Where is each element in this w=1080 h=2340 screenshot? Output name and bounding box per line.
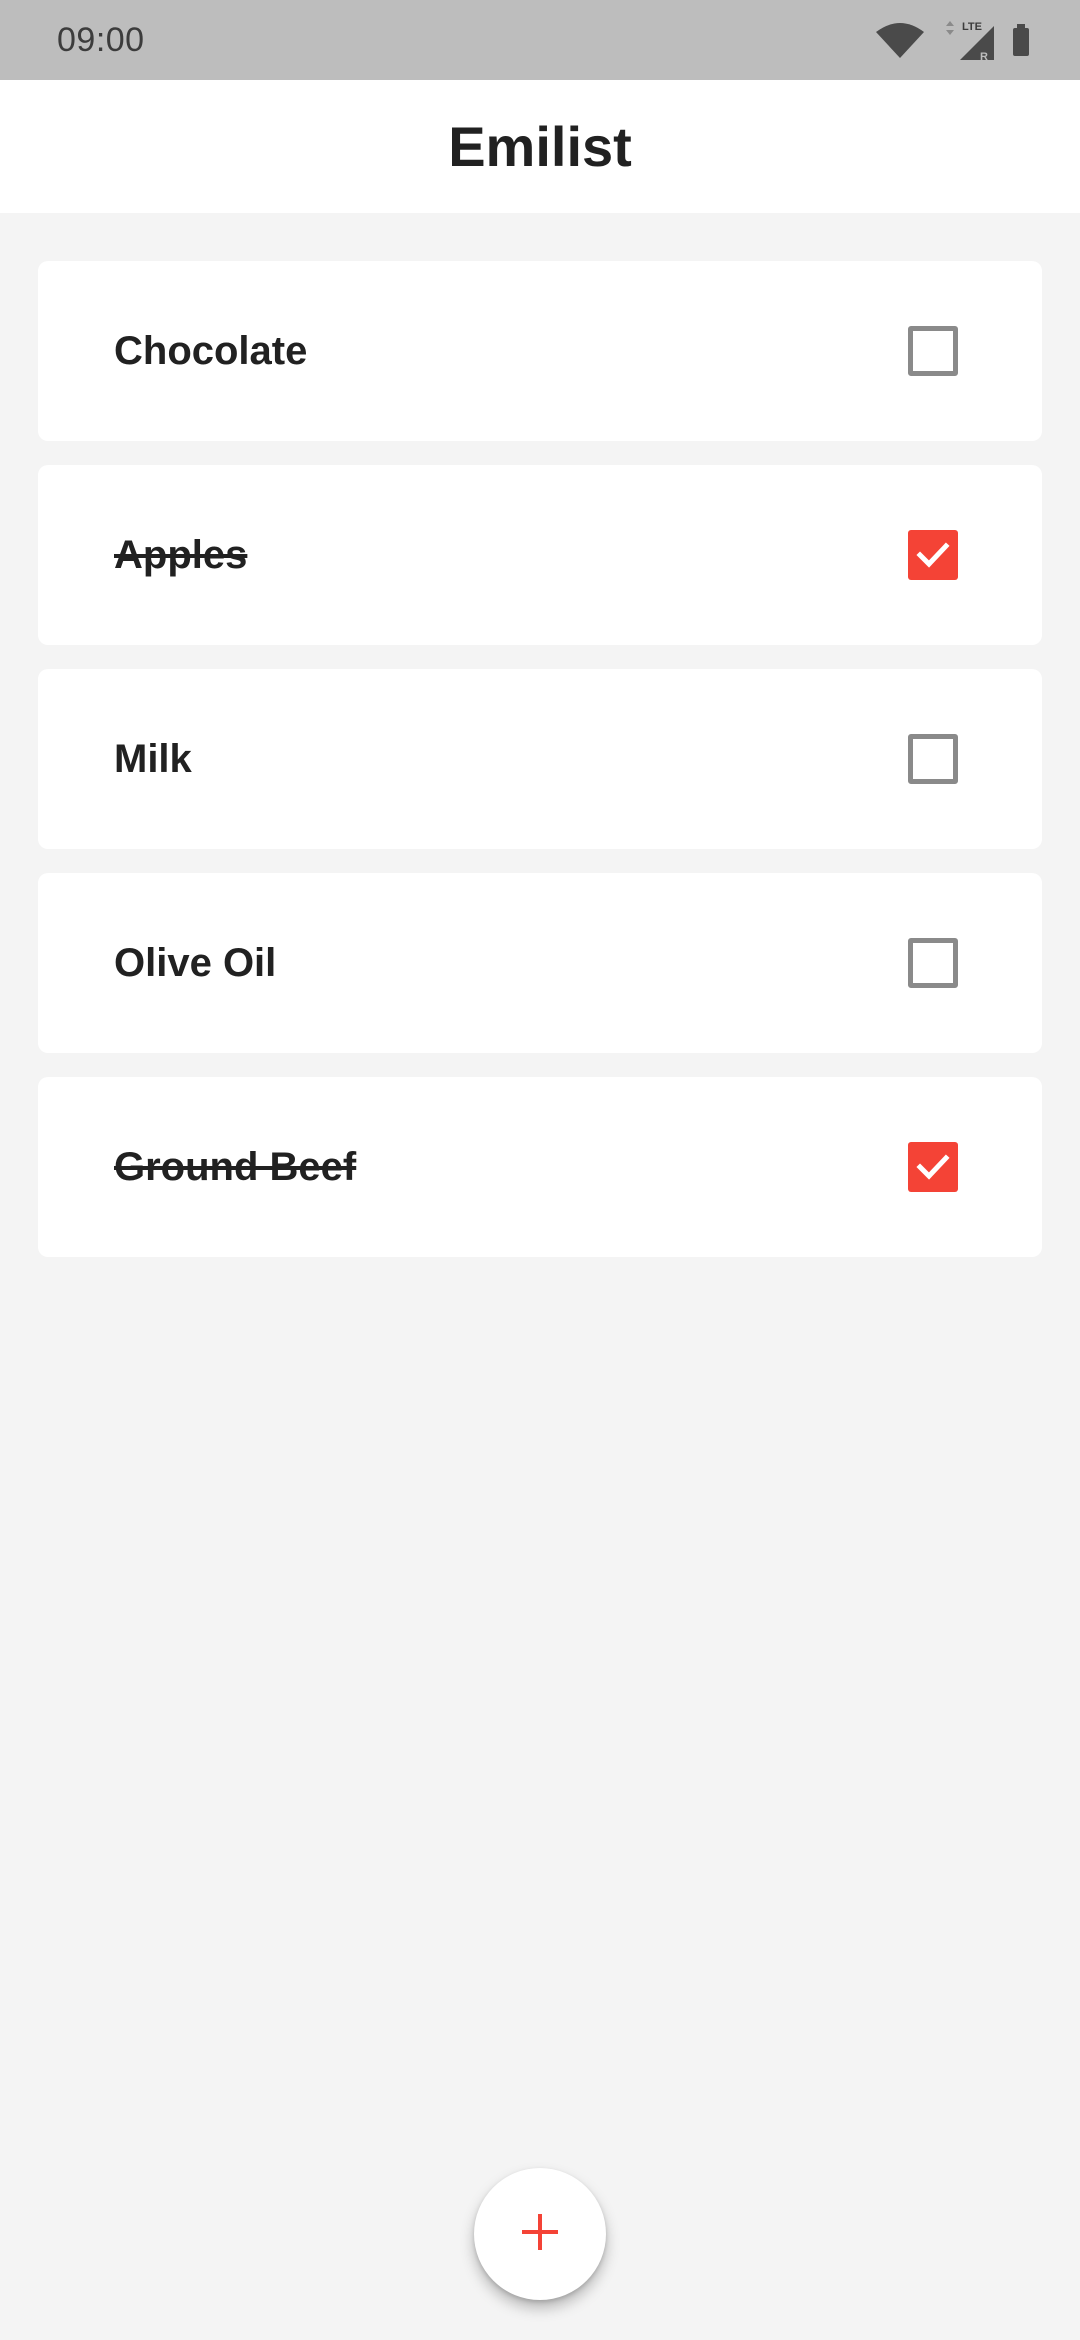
- battery-icon: [1010, 20, 1032, 60]
- status-icons: LTE R: [874, 18, 1032, 62]
- status-bar: 09:00 LTE R: [0, 0, 1080, 80]
- check-icon: [916, 1154, 950, 1180]
- lte-signal-icon: LTE R: [940, 18, 996, 62]
- item-checkbox[interactable]: [908, 734, 958, 784]
- roaming-label: R: [980, 51, 988, 62]
- item-label: Olive Oil: [114, 940, 277, 985]
- item-label: Chocolate: [114, 328, 308, 373]
- item-checkbox[interactable]: [908, 530, 958, 580]
- page-title: Emilist: [448, 115, 632, 178]
- item-label: Ground Beef: [114, 1144, 357, 1189]
- plus-icon: [520, 2212, 560, 2257]
- add-item-button[interactable]: [474, 2168, 606, 2300]
- item-label: Milk: [114, 736, 192, 781]
- list-item[interactable]: Chocolate: [38, 261, 1042, 441]
- item-checkbox[interactable]: [908, 1142, 958, 1192]
- list-item[interactable]: Apples: [38, 465, 1042, 645]
- shopping-list: Chocolate Apples Milk Olive Oil Ground B…: [38, 261, 1042, 1257]
- status-time: 09:00: [57, 20, 145, 59]
- list-item[interactable]: Olive Oil: [38, 873, 1042, 1053]
- item-checkbox[interactable]: [908, 326, 958, 376]
- list-item[interactable]: Milk: [38, 669, 1042, 849]
- network-label: LTE: [962, 21, 982, 33]
- wifi-icon: [874, 20, 926, 60]
- app-bar: Emilist: [0, 80, 1080, 213]
- check-icon: [916, 542, 950, 568]
- item-checkbox[interactable]: [908, 938, 958, 988]
- list-item[interactable]: Ground Beef: [38, 1077, 1042, 1257]
- item-label: Apples: [114, 532, 248, 577]
